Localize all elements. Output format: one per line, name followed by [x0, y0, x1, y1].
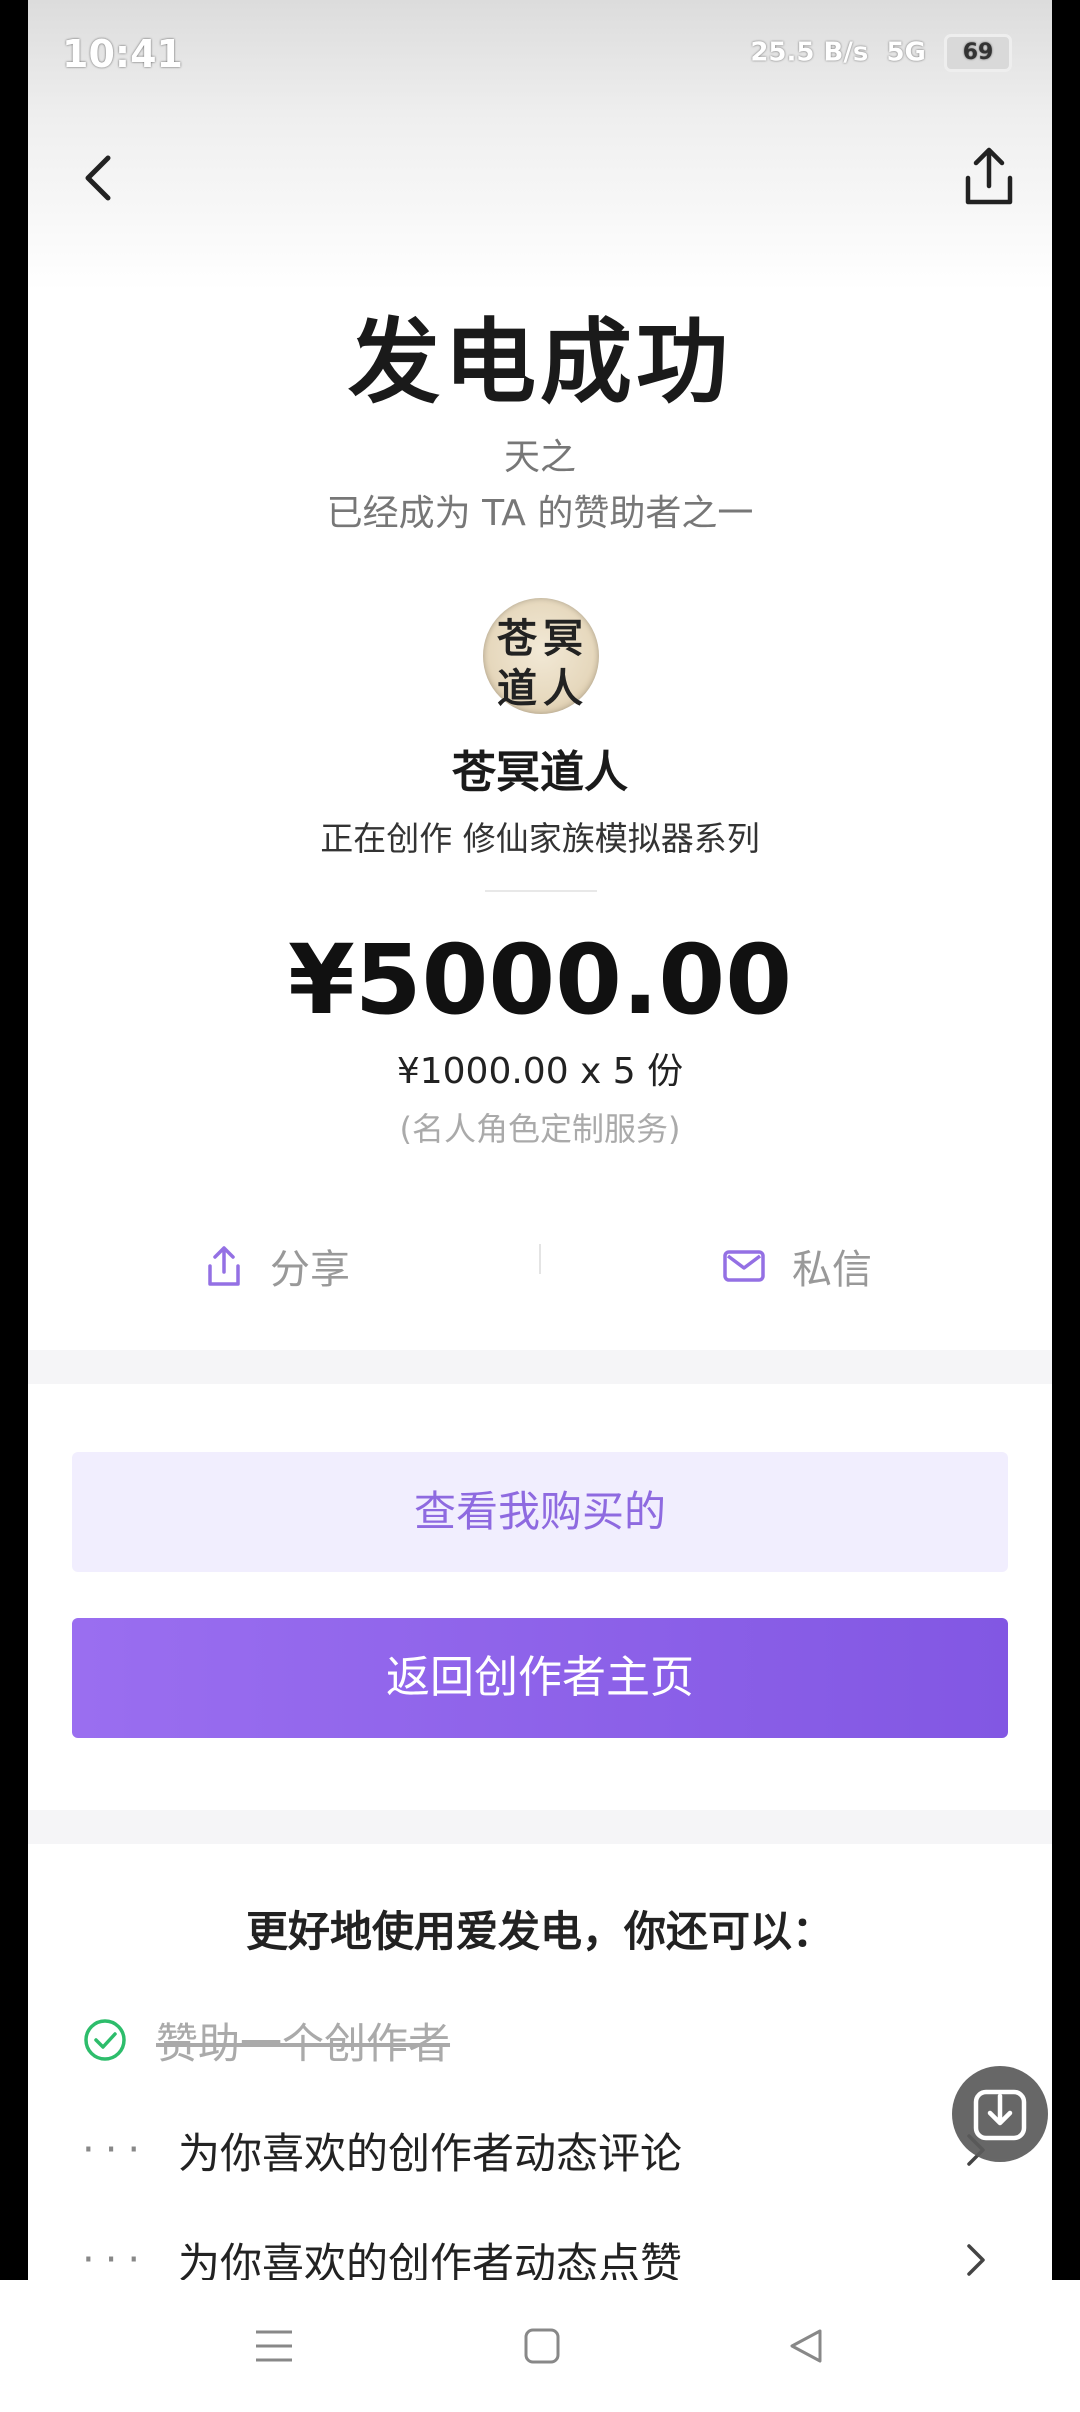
status-bar: 10:41 25.5 B/s 5G 69: [62, 28, 1052, 88]
divider: [485, 890, 597, 892]
section-gap: [28, 1350, 1052, 1384]
avatar-char: 人: [543, 665, 583, 712]
creator-creating: 正在创作 修仙家族模拟器系列: [320, 819, 760, 858]
check-circle-icon: [84, 2019, 126, 2061]
menu-icon[interactable]: [252, 2326, 296, 2366]
share-label: 分享: [270, 1247, 350, 1293]
pending-dots-icon: ···: [82, 2237, 151, 2280]
home-square-icon[interactable]: [522, 2326, 562, 2366]
task-label: 赞助一个创作者: [156, 2018, 451, 2068]
back-triangle-icon[interactable]: [786, 2326, 826, 2366]
chevron-left-icon: [85, 155, 111, 201]
section-gap: [28, 1810, 1052, 1844]
share-top-button[interactable]: [956, 142, 1022, 212]
creator-name[interactable]: 苍冥道人: [28, 736, 1052, 800]
message-action[interactable]: 私信: [722, 1236, 872, 1296]
task-label: 为你喜欢的创作者动态点赞: [178, 2238, 683, 2281]
page-title: 发电成功: [347, 309, 732, 416]
back-to-creator-button[interactable]: 返回创作者主页: [72, 1618, 1008, 1738]
share-icon: [208, 1246, 240, 1286]
back-button[interactable]: [70, 148, 130, 208]
floating-download-button[interactable]: [952, 2066, 1048, 2162]
download-icon: [973, 2089, 1027, 2141]
action-separator: [539, 1244, 541, 1274]
payment-service: (名人角色定制服务): [399, 1110, 681, 1148]
task-label: 为你喜欢的创作者动态评论: [178, 2128, 683, 2178]
payment-amount: ¥5000.00: [287, 924, 793, 1036]
status-icons: 25.5 B/s 5G 69: [750, 34, 1012, 72]
signal-label: 5G: [886, 37, 926, 68]
task-item[interactable]: ··· 为你喜欢的创作者动态评论: [82, 2120, 682, 2180]
task-item-done: 赞助一个创作者: [82, 2010, 450, 2070]
status-time: 10:41: [62, 32, 183, 76]
sponsor-description: 已经成为 TA 的赞助者之一: [326, 493, 754, 534]
sponsor-name: 天之: [503, 437, 576, 478]
mail-icon: [723, 1250, 765, 1282]
message-label: 私信: [792, 1247, 872, 1293]
app-screen: 10:41 25.5 B/s 5G 69 发电成功 天之 已经成为 TA 的赞助…: [28, 0, 1052, 2280]
task-item[interactable]: ··· 为你喜欢的创作者动态点赞: [82, 2230, 682, 2280]
share-action[interactable]: 分享: [204, 1236, 350, 1296]
view-purchases-button[interactable]: 查看我购买的: [72, 1452, 1008, 1572]
system-nav-bar: [0, 2280, 1080, 2412]
network-speed: 25.5 B/s: [750, 37, 869, 68]
share-upload-icon: [965, 147, 1013, 205]
avatar[interactable]: 苍 冥 道 人: [483, 598, 599, 714]
chevron-right-icon: [967, 2244, 985, 2276]
battery-icon: 69: [944, 34, 1012, 72]
payment-unit-line: ¥1000.00 x 5 份: [396, 1051, 684, 1092]
more-section-title: 更好地使用爱发电，你还可以：: [245, 1907, 834, 1956]
avatar-char: 道: [497, 665, 537, 712]
pending-dots-icon: ···: [82, 2127, 151, 2173]
